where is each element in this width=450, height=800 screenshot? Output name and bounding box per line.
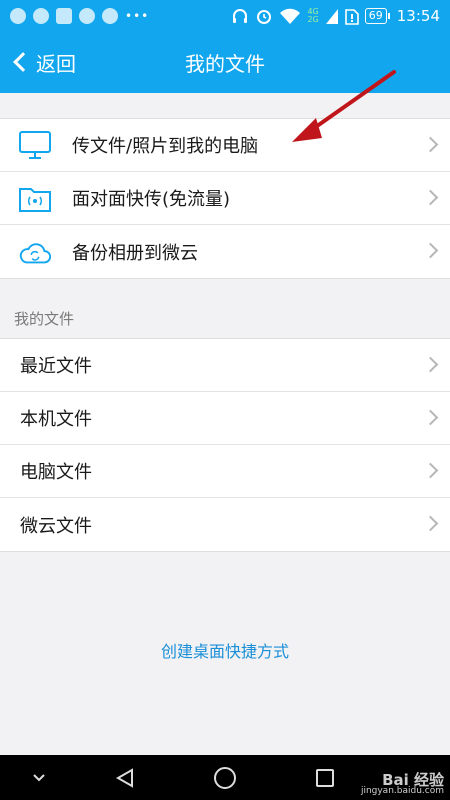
list-item-local-files[interactable]: 本机文件 bbox=[0, 392, 450, 445]
chevron-right-icon bbox=[422, 189, 439, 206]
list-item-label: 微云文件 bbox=[20, 515, 92, 537]
recent-apps-button[interactable] bbox=[310, 763, 340, 793]
folder-wireless-icon bbox=[18, 181, 52, 215]
notification-app-icon bbox=[10, 8, 26, 24]
chevron-right-icon bbox=[422, 136, 439, 153]
nav-bar: 返回 我的文件 bbox=[0, 32, 450, 93]
list-item-label: 电脑文件 bbox=[20, 462, 92, 483]
hide-nav-button[interactable] bbox=[24, 763, 54, 793]
create-desktop-shortcut-link[interactable]: 创建桌面快捷方式 bbox=[0, 638, 450, 662]
list-item-label: 本机文件 bbox=[20, 409, 92, 430]
battery-level: 69 bbox=[364, 8, 390, 24]
notification-gallery-icon bbox=[56, 8, 72, 24]
monitor-icon bbox=[18, 128, 52, 162]
notification-wifi-icon bbox=[102, 8, 118, 24]
chevron-right-icon bbox=[422, 515, 439, 532]
file-list: 最近文件 本机文件 电脑文件 微云文件 bbox=[0, 338, 450, 552]
alarm-icon bbox=[257, 10, 272, 24]
clock: 13:54 bbox=[396, 7, 440, 25]
list-item-label: 备份相册到微云 bbox=[72, 242, 198, 264]
notification-app-icon bbox=[79, 8, 95, 24]
circle-home-icon bbox=[214, 767, 236, 789]
chevron-right-icon bbox=[422, 409, 439, 426]
chevron-right-icon bbox=[422, 356, 439, 373]
list-item-transfer-to-pc[interactable]: 传文件/照片到我的电脑 bbox=[0, 119, 450, 172]
network-type: 4G 2G bbox=[307, 7, 319, 24]
list-item-weiyun-files[interactable]: 微云文件 bbox=[0, 498, 450, 551]
home-button[interactable] bbox=[210, 763, 240, 793]
system-nav-bar: Bai 经验 jingyan.baidu.com bbox=[0, 755, 450, 800]
triangle-back-icon bbox=[115, 768, 133, 788]
headphones-icon bbox=[233, 9, 248, 23]
list-item-pc-files[interactable]: 电脑文件 bbox=[0, 445, 450, 498]
list-item-recent-files[interactable]: 最近文件 bbox=[0, 339, 450, 392]
chevron-down-icon bbox=[33, 774, 45, 782]
watermark-brand: Bai 经验 bbox=[382, 771, 444, 789]
transfer-list: 传文件/照片到我的电脑 面对面快传(免流量) 备份相册到微云 bbox=[0, 118, 450, 279]
square-recents-icon bbox=[316, 769, 334, 787]
more-notifications-icon: ••• bbox=[125, 9, 150, 23]
sim-alert-icon bbox=[344, 9, 359, 25]
wifi-icon bbox=[280, 8, 301, 24]
back-system-button[interactable] bbox=[110, 763, 140, 793]
baidu-jingyan-watermark: Bai 经验 jingyan.baidu.com bbox=[360, 771, 444, 797]
page-title: 我的文件 bbox=[185, 52, 265, 76]
cloud-sync-icon bbox=[18, 235, 52, 269]
notification-icons: ••• bbox=[10, 8, 149, 24]
section-header: 我的文件 bbox=[14, 310, 75, 328]
watermark-url: jingyan.baidu.com bbox=[360, 786, 444, 796]
chevron-right-icon bbox=[422, 242, 439, 259]
list-item-face-to-face[interactable]: 面对面快传(免流量) bbox=[0, 172, 450, 225]
notification-app-icon bbox=[33, 8, 49, 24]
list-item-label: 面对面快传(免流量) bbox=[72, 189, 231, 210]
cellular-signal-icon bbox=[325, 9, 338, 24]
list-item-backup-album[interactable]: 备份相册到微云 bbox=[0, 225, 450, 278]
list-item-label: 最近文件 bbox=[20, 356, 92, 377]
list-item-label: 传文件/照片到我的电脑 bbox=[72, 136, 259, 157]
chevron-right-icon bbox=[422, 462, 439, 479]
status-bar: ••• 4G 2G 69 13:54 bbox=[0, 0, 450, 32]
